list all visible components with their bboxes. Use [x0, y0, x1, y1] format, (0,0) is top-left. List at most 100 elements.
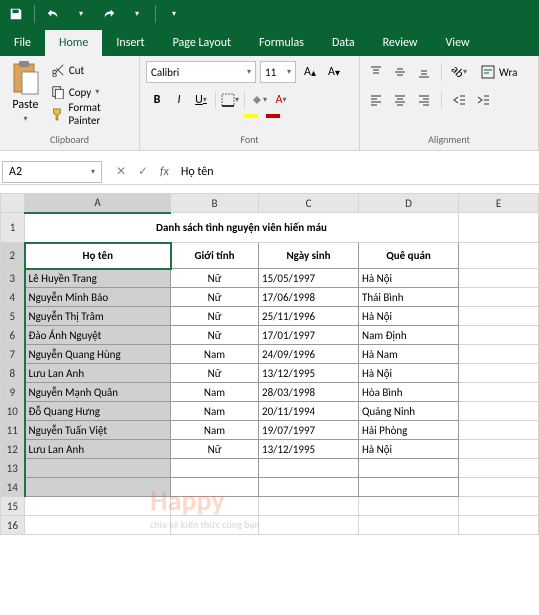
cell[interactable]: Hà Nội	[359, 307, 459, 326]
cell[interactable]: Nam	[171, 383, 259, 402]
borders-button[interactable]: ▾	[219, 89, 241, 111]
cell[interactable]: Nguyễn Mạnh Quân	[25, 383, 171, 402]
font-color-button[interactable]: A ▾	[270, 89, 292, 111]
cell[interactable]	[459, 288, 539, 307]
cell[interactable]	[459, 345, 539, 364]
increase-indent-button[interactable]	[473, 90, 493, 110]
cell[interactable]	[25, 497, 171, 516]
cell[interactable]	[459, 478, 539, 497]
formula-input[interactable]	[175, 161, 539, 183]
row-header[interactable]: 11	[1, 421, 25, 440]
cell[interactable]	[259, 478, 359, 497]
cell[interactable]: Nguyễn Thị Trâm	[25, 307, 171, 326]
cell[interactable]: Đỗ Quang Hưng	[25, 402, 171, 421]
underline-button[interactable]: U ▾	[190, 89, 212, 111]
row-header[interactable]: 7	[1, 345, 25, 364]
cell[interactable]: Hà Nội	[359, 269, 459, 288]
cell[interactable]	[459, 269, 539, 288]
redo-dropdown-icon[interactable]: ▾	[125, 2, 149, 26]
cell[interactable]: Quê quán	[359, 243, 459, 269]
cell[interactable]	[459, 440, 539, 459]
cell[interactable]: 24/09/1996	[259, 345, 359, 364]
cell[interactable]	[359, 497, 459, 516]
select-all-corner[interactable]	[1, 194, 25, 213]
cell[interactable]: Hòa Bình	[359, 383, 459, 402]
row-header[interactable]: 2	[1, 243, 25, 269]
paste-button[interactable]: Paste ▾	[6, 60, 45, 124]
italic-button[interactable]: I	[168, 89, 190, 111]
row-header[interactable]: 4	[1, 288, 25, 307]
cell[interactable]: Nguyễn Tuấn Việt	[25, 421, 171, 440]
tab-insert[interactable]: Insert	[102, 30, 158, 56]
name-box[interactable]: A2▾	[2, 161, 102, 183]
row-header[interactable]: 13	[1, 459, 25, 478]
cell[interactable]: Lê Huyền Trang	[25, 269, 171, 288]
cell[interactable]: 28/03/1998	[259, 383, 359, 402]
cell[interactable]: 13/12/1995	[259, 440, 359, 459]
cell[interactable]: Nữ	[171, 440, 259, 459]
col-header-b[interactable]: B	[171, 194, 259, 213]
align-bottom-button[interactable]	[414, 62, 434, 82]
decrease-indent-button[interactable]	[449, 90, 469, 110]
cell[interactable]	[459, 307, 539, 326]
cell[interactable]: Nam	[171, 421, 259, 440]
row-header[interactable]: 3	[1, 269, 25, 288]
cell[interactable]	[25, 516, 171, 535]
align-right-button[interactable]	[414, 90, 434, 110]
cell[interactable]: 25/11/1996	[259, 307, 359, 326]
tab-home[interactable]: Home	[45, 30, 102, 56]
col-header-d[interactable]: D	[359, 194, 459, 213]
cell[interactable]: Lưu Lan Anh	[25, 364, 171, 383]
cell[interactable]	[259, 459, 359, 478]
bold-button[interactable]: B	[146, 89, 168, 111]
save-icon[interactable]	[4, 2, 28, 26]
increase-font-button[interactable]: A▴	[300, 61, 320, 83]
cell[interactable]: Nữ	[171, 269, 259, 288]
decrease-font-button[interactable]: A▾	[324, 61, 344, 83]
cell[interactable]	[259, 516, 359, 535]
cell[interactable]	[459, 383, 539, 402]
format-painter-button[interactable]: Format Painter	[51, 104, 133, 124]
cut-button[interactable]: Cut	[51, 60, 133, 80]
cell[interactable]	[459, 243, 539, 269]
cell[interactable]	[259, 497, 359, 516]
font-size-select[interactable]: 11▾	[260, 61, 296, 83]
row-header[interactable]: 12	[1, 440, 25, 459]
cell[interactable]	[359, 516, 459, 535]
cell[interactable]	[459, 364, 539, 383]
cell[interactable]	[459, 516, 539, 535]
cell[interactable]: 15/05/1997	[259, 269, 359, 288]
cell[interactable]: Nữ	[171, 307, 259, 326]
cell[interactable]	[171, 516, 259, 535]
cell[interactable]	[171, 497, 259, 516]
cell[interactable]: 17/06/1998	[259, 288, 359, 307]
cell[interactable]	[459, 497, 539, 516]
cell[interactable]: Đào Ánh Nguyệt	[25, 326, 171, 345]
cancel-formula-icon[interactable]: ✕	[110, 161, 132, 183]
cell[interactable]: Nam	[171, 345, 259, 364]
row-header[interactable]: 9	[1, 383, 25, 402]
copy-button[interactable]: Copy ▾	[51, 82, 133, 102]
tab-page-layout[interactable]: Page Layout	[159, 30, 245, 56]
tab-review[interactable]: Review	[369, 30, 432, 56]
cell[interactable]: Nữ	[171, 364, 259, 383]
row-header[interactable]: 5	[1, 307, 25, 326]
enter-formula-icon[interactable]: ✓	[132, 161, 154, 183]
fill-color-button[interactable]: ▾	[248, 89, 270, 111]
tab-view[interactable]: View	[432, 30, 484, 56]
cell[interactable]: Lưu Lan Anh	[25, 440, 171, 459]
redo-icon[interactable]	[97, 2, 121, 26]
tab-data[interactable]: Data	[318, 30, 369, 56]
cell[interactable]: Ngày sinh	[259, 243, 359, 269]
cell[interactable]: Nữ	[171, 326, 259, 345]
cell[interactable]	[359, 478, 459, 497]
row-header[interactable]: 1	[1, 213, 25, 243]
cell-a2[interactable]: Họ tên	[25, 243, 171, 269]
cell[interactable]: Nam Định	[359, 326, 459, 345]
cell[interactable]: Quảng Ninh	[359, 402, 459, 421]
cell[interactable]	[459, 213, 539, 243]
col-header-a[interactable]: A	[25, 194, 171, 213]
cell[interactable]	[459, 326, 539, 345]
cell[interactable]	[459, 402, 539, 421]
row-header[interactable]: 14	[1, 478, 25, 497]
